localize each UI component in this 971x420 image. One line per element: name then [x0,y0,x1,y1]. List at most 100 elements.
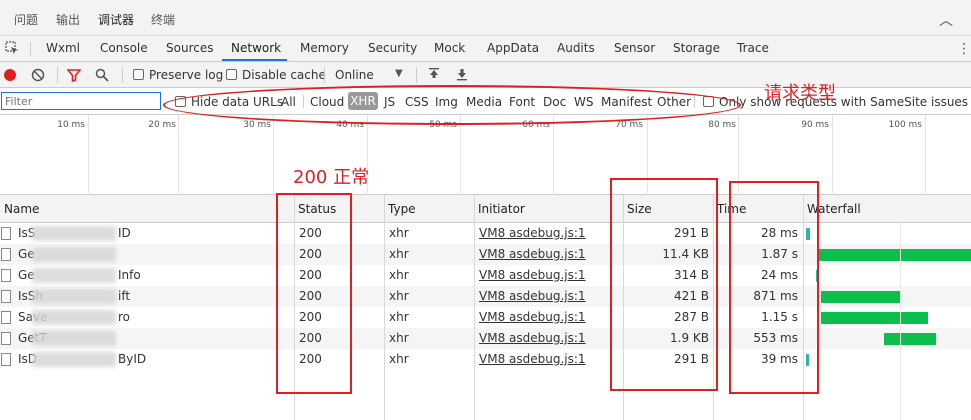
table-row[interactable]: IsS ID 200 xhr VM8 asdebug.js:1 291 B 28 ms [0,223,971,244]
file-icon [1,311,11,324]
toolbar-divider [30,42,31,56]
checkbox-box[interactable] [226,69,237,80]
request-type: xhr [389,268,409,282]
redacted-name-mask [32,289,116,304]
throttling-value: Online [335,68,374,82]
request-type: xhr [389,331,409,345]
overview-gridline [88,115,89,195]
table-row[interactable]: GetT200xhrVM8 asdebug.js:11.9 KB553 ms [0,328,971,349]
panel-tab-debugger[interactable]: 调试器 [98,11,134,28]
overview-tick-label: 90 ms [801,120,829,130]
search-icon[interactable] [95,68,109,82]
request-name-end: ID [118,226,131,240]
table-row[interactable]: Ge 200 xhr VM8 asdebug.js:1 11.4 KB 1.87 s [0,244,971,265]
redacted-name-mask [32,247,116,262]
overview-gridline [553,115,554,195]
request-name-end: Info [118,268,141,282]
tab-console[interactable]: Console [100,41,148,55]
tab-sources[interactable]: Sources [166,41,213,55]
redacted-name-mask [32,331,116,346]
tab-trace[interactable]: Trace [737,41,769,55]
request-initiator[interactable]: VM8 asdebug.js:1 [479,244,619,265]
waterfall-bar [820,312,929,324]
waterfall-bar [883,333,937,345]
request-name-end: ro [118,310,131,324]
annotation-request-type-label: 请求类型 [764,83,836,104]
panel-tab-output[interactable]: 输出 [56,11,80,28]
panel-tab-bar: 问题 输出 调试器 终端 ︿ [0,0,971,36]
overview-tick-label: 80 ms [708,120,736,130]
request-initiator[interactable]: VM8 asdebug.js:1 [479,265,619,286]
tab-wxml[interactable]: Wxml [46,41,80,55]
table-row[interactable]: IsSh ift 200 xhr VM8 asdebug.js:1 421 B 871 ms [0,286,971,307]
column-header-initiator[interactable]: Initiator [474,195,623,223]
request-type: xhr [389,247,409,261]
clear-icon[interactable] [31,68,45,82]
request-initiator[interactable]: VM8 asdebug.js:1 [479,223,619,244]
record-icon[interactable] [3,68,17,82]
inspect-element-icon[interactable] [5,41,19,55]
tab-audits[interactable]: Audits [557,41,595,55]
tab-security[interactable]: Security [368,41,417,55]
panel-tab-terminal[interactable]: 终端 [151,11,175,28]
dropdown-arrow-icon: ▼ [395,68,403,79]
table-row[interactable]: IsD ByID 200 xhr VM8 asdebug.js:1 291 B 39 ms [0,349,971,370]
disable-cache-checkbox[interactable]: Disable cache [226,68,326,82]
collapse-chevron-icon[interactable]: ︿ [939,10,953,30]
toolbar-divider [122,67,123,83]
column-header-type[interactable]: Type [384,195,474,223]
file-icon [1,248,11,261]
preserve-log-checkbox[interactable]: Preserve log [133,68,223,82]
export-har-icon[interactable] [455,67,469,81]
annotation-box-size [610,178,718,391]
preserve-log-label: Preserve log [149,68,224,82]
network-request-table: Name Status Type Initiator Size Time Wat… [0,195,971,420]
column-divider [474,195,475,420]
panel-tab-problems[interactable]: 问题 [14,11,38,28]
tab-network[interactable]: Network [231,41,281,55]
import-har-icon[interactable] [427,67,441,81]
overview-tick-label: 100 ms [888,120,923,130]
active-tab-indicator [222,59,287,61]
overview-gridline [178,115,179,195]
waterfall-bar [819,249,971,261]
tab-mock[interactable]: Mock [434,41,465,55]
tab-sensor[interactable]: Sensor [614,41,655,55]
overview-gridline [925,115,926,195]
annotation-status-label: 200 正常 [293,167,370,188]
tab-appdata[interactable]: AppData [487,41,539,55]
checkbox-box[interactable] [133,69,144,80]
toolbar-divider [324,67,325,83]
overview-tick-label: 30 ms [243,120,271,130]
column-header-name[interactable]: Name [0,195,294,223]
request-type: xhr [389,226,409,240]
tab-storage[interactable]: Storage [673,41,720,55]
more-options-icon[interactable]: ⋮ [957,41,971,57]
overview-gridline [832,115,833,195]
request-type: xhr [389,289,409,303]
request-initiator[interactable]: VM8 asdebug.js:1 [479,349,619,370]
redacted-name-mask [32,226,116,241]
toolbar-divider [416,67,417,83]
request-type: xhr [389,310,409,324]
table-row[interactable]: Savero200xhrVM8 asdebug.js:1287 B1.15 s [0,307,971,328]
request-initiator[interactable]: VM8 asdebug.js:1 [479,307,619,328]
request-name-end: ByID [118,352,147,366]
table-row[interactable]: Ge Info 200 xhr VM8 asdebug.js:1 314 B 24 ms [0,265,971,286]
waterfall-bar [820,291,901,303]
redacted-name-mask [32,268,116,283]
filter-input[interactable] [1,92,161,110]
filter-icon[interactable] [67,68,81,82]
file-icon [1,269,11,282]
devtools-tab-bar: Wxml Console Sources Network Memory Secu… [0,36,971,62]
redacted-name-mask [32,310,116,325]
column-header-waterfall[interactable]: Waterfall [803,195,971,223]
request-initiator[interactable]: VM8 asdebug.js:1 [479,286,619,307]
request-initiator[interactable]: VM8 asdebug.js:1 [479,328,619,349]
file-icon [1,290,11,303]
toolbar-divider [57,67,58,83]
request-type: xhr [389,352,409,366]
tab-memory[interactable]: Memory [300,41,349,55]
request-name-end: ift [118,289,131,303]
throttling-select[interactable]: Online ▼ [335,68,403,82]
